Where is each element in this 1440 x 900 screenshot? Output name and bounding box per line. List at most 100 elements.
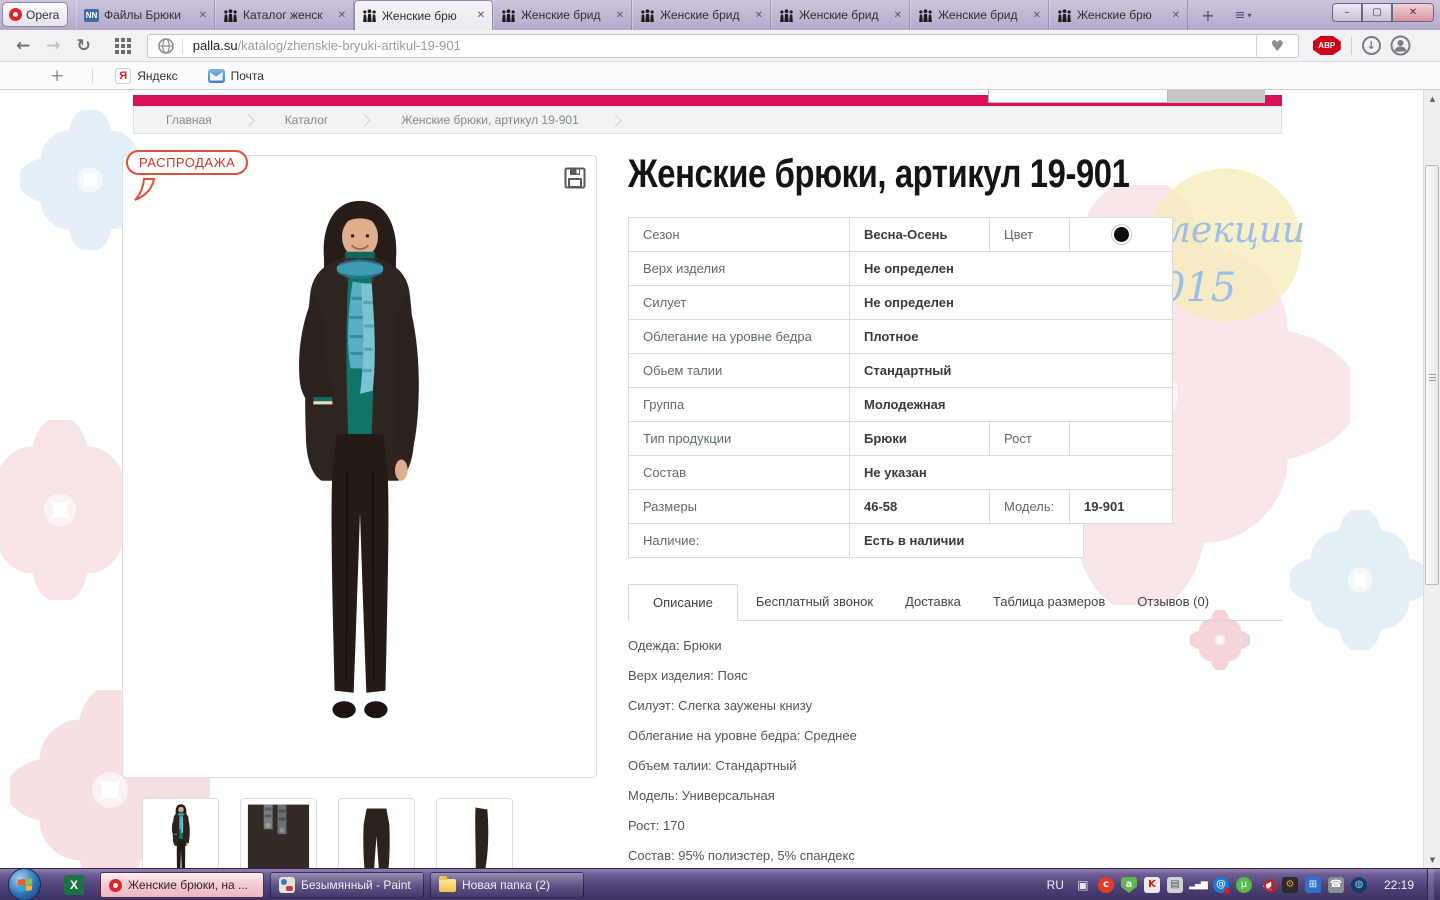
tab-zhenskie-bridzhi-1[interactable]: Женские брид ✕ [493,0,632,30]
opera-menu-button[interactable]: Opera [2,2,68,27]
forward-icon[interactable]: → [46,36,60,56]
tab-description[interactable]: Описание [628,584,738,621]
url-input[interactable]: palla.su /katalog/zhenskie-bryuki-artiku… [146,33,1299,58]
scroll-up-icon[interactable]: ▲ [1424,90,1440,107]
add-bookmark-icon[interactable]: + [50,66,64,86]
product-photo-model[interactable] [254,172,466,764]
spec-row-group: Группа Молодежная [629,388,1173,422]
excel-pinned-icon[interactable]: X [64,875,84,895]
bookmark-heart-button[interactable]: ♥ [1255,33,1298,58]
spec-label: Тип продукции [629,422,850,456]
tabs-strip: NN Файлы Брюки ✕ Каталог женск ✕ Женские… [76,0,1188,30]
tab-close-icon[interactable]: ✕ [477,10,485,21]
downloads-button[interactable]: ↓ [1361,36,1381,55]
tab-close-icon[interactable]: ✕ [755,10,763,21]
minimize-button[interactable]: – [1332,3,1362,22]
tab-delivery[interactable]: Доставка [905,584,961,621]
spec-value: Плотное [850,320,1173,354]
site-badge-icon[interactable] [158,37,174,54]
volume-muted-icon[interactable]: ◀ [1259,877,1277,893]
tab-katalog[interactable]: Каталог женск ✕ [215,0,354,30]
scroll-down-icon[interactable]: ▼ [1424,851,1440,868]
start-button[interactable] [8,868,41,900]
taskbar-clock[interactable]: 22:19 [1384,878,1414,892]
mail-alert-icon[interactable]: @ [1212,877,1230,894]
thumbnail-full-figure[interactable] [142,798,219,868]
hidden-icons-button[interactable]: ▣ [1075,877,1091,893]
mail-icon [207,68,225,83]
spec-label: Сезон [629,218,850,252]
sale-badge: РАСПРОДАЖА [126,150,249,175]
spec-label: Силует [629,286,850,320]
profile-button[interactable] [1390,35,1411,56]
save-image-icon[interactable] [564,167,586,189]
tab-close-icon[interactable]: ✕ [1172,10,1180,21]
breadcrumb: Главная Каталог Женские брюки, артикул 1… [133,106,1282,134]
tab-size-chart[interactable]: Таблица размеров [993,584,1105,621]
site-search-input[interactable] [988,90,1168,103]
scrollbar-thumb[interactable] [1425,165,1439,585]
reload-icon[interactable]: ↻ [77,36,91,56]
ccleaner-icon[interactable]: c [1097,877,1114,893]
spec-label: Облегание на уровне бедра [629,320,850,354]
tab-faily-bryuki[interactable]: NN Файлы Брюки ✕ [76,0,215,30]
adguard-shield-icon[interactable]: a [1120,877,1137,893]
tab-close-icon[interactable]: ✕ [1033,10,1041,21]
breadcrumb-home[interactable]: Главная [166,113,212,127]
tab-zhenskie-bridzhi-2[interactable]: Женские брид ✕ [632,0,771,30]
opera-icon [109,878,122,892]
spec-value: Весна-Осень [850,218,990,252]
tab-close-icon[interactable]: ✕ [199,10,207,21]
windows-logo-icon [17,877,32,892]
back-icon[interactable]: ← [16,36,30,56]
tab-menu-button[interactable]: ≡ ▾ [1228,5,1258,25]
taskbar-item-folder[interactable]: Новая папка (2) [430,872,584,898]
network-globe-icon[interactable]: ◍ [1350,877,1367,893]
tab-zhenskie-bridzhi-4[interactable]: Женские брид ✕ [910,0,1049,30]
maximize-button[interactable]: ▢ [1362,3,1392,22]
tab-zhenskie-bryuki-active[interactable]: Женские брю ✕ [354,0,493,30]
adblock-plus-icon[interactable]: ABP [1312,36,1341,55]
thumbnail-trousers-side[interactable] [436,798,513,868]
bookmark-yandex[interactable]: Я Яндекс [115,67,178,84]
spec-value: 46-58 [850,490,990,524]
tab-free-call[interactable]: Бесплатный звонок [756,584,873,621]
divider [92,67,94,84]
thumbnail-fabric-closeup[interactable] [240,798,317,868]
vertical-scrollbar[interactable]: ▲ ▼ [1423,90,1440,868]
spec-value [1070,422,1173,456]
spec-label: Состав [629,456,850,490]
clipboard-icon[interactable]: ▤ [1166,877,1183,893]
taskbar-item-opera[interactable]: Женские брюки, на ... [100,872,264,898]
bookmark-mail[interactable]: Почта [207,68,264,83]
tools-icon[interactable]: ⚙ [1281,877,1298,893]
tab-reviews[interactable]: Отзывов (0) [1137,584,1209,621]
breadcrumb-catalog[interactable]: Каталог [285,113,329,127]
network-signal-icon[interactable]: ▂▄▆ [1189,877,1208,893]
spec-value: Стандартный [850,354,1173,388]
tab-zhenskie-bryuki-2[interactable]: Женские брю ✕ [1049,0,1188,30]
thumbnail-trousers-front[interactable] [338,798,415,868]
folder-icon [439,875,456,892]
people-icon [223,9,238,22]
window-controls: – ▢ ✕ [1332,3,1434,22]
color-swatch-black[interactable] [1113,227,1129,242]
tab-zhenskie-bridzhi-3[interactable]: Женские брид ✕ [771,0,910,30]
desktop-screen: Opera NN Файлы Брюки ✕ Каталог женск ✕ Ж… [0,0,1440,900]
kaspersky-icon[interactable]: K [1143,877,1160,893]
yandex-icon: Я [115,67,132,84]
language-indicator[interactable]: RU [1047,878,1064,892]
tab-close-icon[interactable]: ✕ [616,10,624,21]
tab-close-icon[interactable]: ✕ [338,10,346,21]
new-tab-button[interactable]: + [1196,5,1220,25]
taskbar-item-paint[interactable]: Безымянный - Paint [270,872,424,898]
close-button[interactable]: ✕ [1392,3,1434,22]
show-desktop-button[interactable] [1427,869,1434,900]
tab-close-icon[interactable]: ✕ [894,10,902,21]
speed-dial-icon[interactable] [114,37,119,42]
site-search-button[interactable] [1168,90,1265,103]
phone-support-icon[interactable]: ☎ [1327,877,1344,893]
description-line: Облегание на уровне бедра: Среднее [628,728,857,743]
utorrent-icon[interactable]: µ [1235,877,1252,893]
windows-update-icon[interactable]: ⊞ [1304,877,1321,893]
